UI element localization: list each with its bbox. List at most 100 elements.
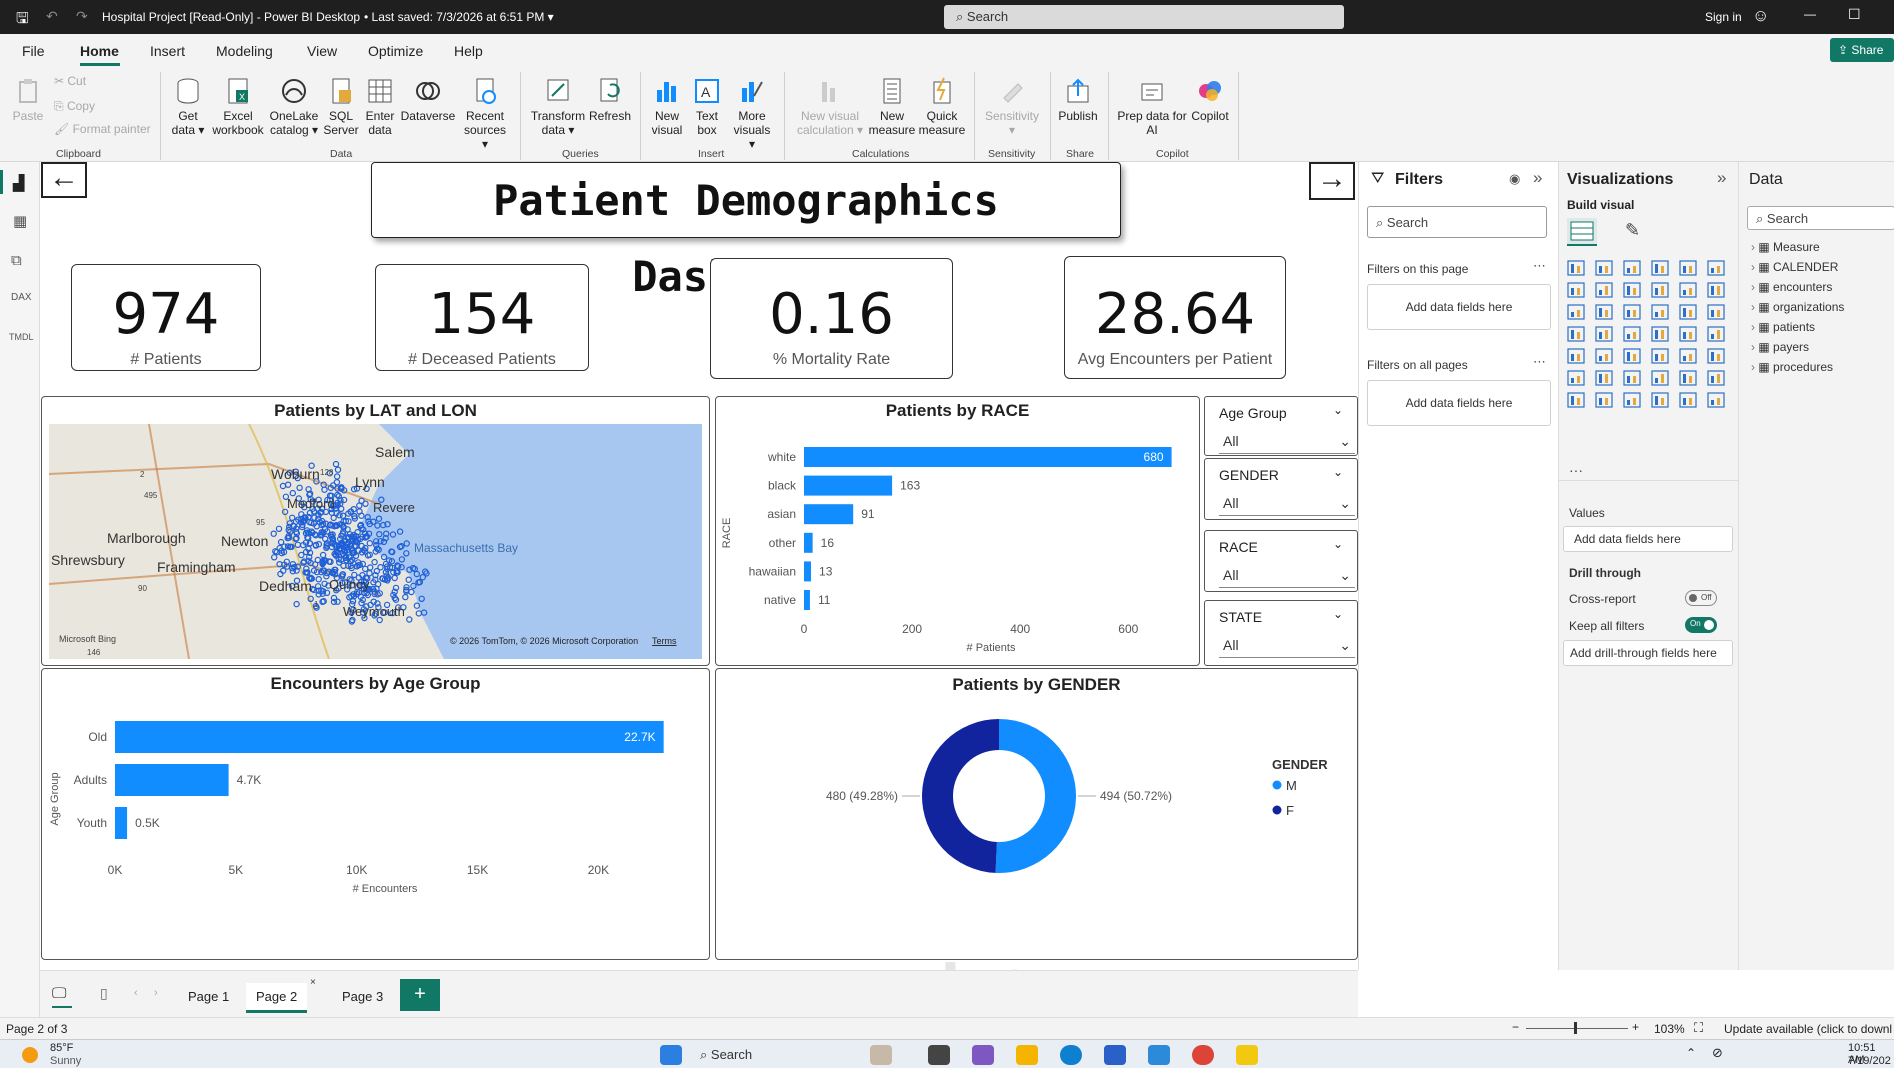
save-icon[interactable]: 🖫 bbox=[16, 8, 29, 33]
visual-type-icon[interactable] bbox=[1679, 370, 1699, 388]
start-windows-icon[interactable] bbox=[660, 1045, 682, 1065]
chrome-icon[interactable] bbox=[1192, 1045, 1214, 1065]
slicer-dropdown[interactable]: All ⌄ bbox=[1219, 634, 1355, 658]
chevron-down-icon[interactable]: ⌄ bbox=[1333, 465, 1343, 479]
copy-button[interactable]: ⎘ Copy bbox=[54, 99, 95, 113]
visual-type-icon[interactable] bbox=[1567, 392, 1587, 410]
menu-view[interactable]: View bbox=[307, 43, 337, 59]
menu-modeling[interactable]: Modeling bbox=[216, 43, 273, 59]
slicer-dropdown[interactable]: All ⌄ bbox=[1219, 492, 1355, 516]
quick-measure-button[interactable]: Quick measure bbox=[918, 76, 966, 137]
table-item-procedures[interactable]: › ▦ procedures bbox=[1751, 360, 1833, 374]
sensitivity-button[interactable]: Sensitivity ▾ bbox=[982, 76, 1042, 137]
table-item-patients[interactable]: › ▦ patients bbox=[1751, 320, 1815, 334]
report-view-icon[interactable]: ▟ bbox=[13, 174, 25, 192]
chevron-down-icon[interactable]: ⌄ bbox=[1333, 607, 1343, 621]
minimize-button[interactable]: — bbox=[1804, 7, 1816, 21]
share-button[interactable]: ⇪ Share bbox=[1830, 38, 1894, 62]
kpi-card-mortality[interactable]: 0.16 % Mortality Rate bbox=[710, 258, 953, 379]
account-icon[interactable]: ☺ bbox=[1752, 6, 1769, 26]
cut-button[interactable]: ✂ Cut bbox=[54, 74, 86, 88]
add-page-button[interactable]: + bbox=[400, 979, 440, 1011]
tmdl-view-icon[interactable]: TMDL bbox=[9, 332, 34, 342]
redo-icon[interactable]: ↷ bbox=[76, 8, 88, 25]
visual-type-icon[interactable] bbox=[1651, 260, 1671, 278]
paste-button[interactable]: Paste bbox=[10, 76, 46, 123]
tray-chevron-icon[interactable]: ⌃ bbox=[1686, 1046, 1696, 1060]
map-visual[interactable]: Patients by LAT and LON Salem Woburn Lyn… bbox=[41, 396, 710, 666]
page-tab-1[interactable]: Page 1 bbox=[178, 983, 239, 1010]
clock-date[interactable]: 7/19/202 bbox=[1848, 1055, 1891, 1067]
next-arrow-button[interactable]: → bbox=[1309, 162, 1355, 200]
visual-type-icon[interactable] bbox=[1595, 282, 1615, 300]
scroll-right-icon[interactable]: › bbox=[154, 987, 158, 999]
fit-to-page-icon[interactable]: ⛶ bbox=[1694, 1020, 1703, 1036]
visual-type-icon[interactable] bbox=[1707, 326, 1727, 344]
sql-server-button[interactable]: SQL Server bbox=[322, 76, 360, 137]
saved-status[interactable]: • Last saved: 7/3/2026 at 6:51 PM ▾ bbox=[364, 10, 554, 24]
menu-home[interactable]: Home bbox=[80, 43, 119, 59]
visual-type-icon[interactable] bbox=[1707, 370, 1727, 388]
chevron-down-icon[interactable]: ⌄ bbox=[1333, 403, 1343, 417]
visual-type-icon[interactable] bbox=[1623, 282, 1643, 300]
undo-icon[interactable]: ↶ bbox=[46, 8, 58, 25]
visual-type-icon[interactable] bbox=[1679, 326, 1699, 344]
visual-type-icon[interactable] bbox=[1567, 282, 1587, 300]
dataverse-button[interactable]: Dataverse bbox=[400, 76, 456, 123]
table-item-organizations[interactable]: › ▦ organizations bbox=[1751, 300, 1844, 314]
more-options-icon[interactable]: ⋯ bbox=[1533, 258, 1546, 274]
vscode-icon[interactable] bbox=[1148, 1045, 1170, 1065]
taskbar-search[interactable]: ⌕ Search bbox=[700, 1047, 752, 1063]
filters-search-input[interactable]: ⌕ Search bbox=[1367, 206, 1547, 238]
file-explorer-icon[interactable] bbox=[1016, 1045, 1038, 1065]
visual-type-icon[interactable] bbox=[1651, 282, 1671, 300]
visual-type-icon[interactable] bbox=[1651, 304, 1671, 322]
recent-sources-button[interactable]: Recent sources ▾ bbox=[460, 76, 510, 151]
powerbi-taskbar-icon[interactable] bbox=[1236, 1045, 1258, 1065]
visual-type-icon[interactable] bbox=[1595, 326, 1615, 344]
back-arrow-button[interactable]: ← bbox=[41, 162, 87, 198]
filters-page-drop-well[interactable]: Add data fields here bbox=[1367, 284, 1551, 330]
slicer-race[interactable]: RACE ⌄ All ⌄ bbox=[1204, 530, 1358, 592]
table-item-measure[interactable]: › ▦ Measure bbox=[1751, 240, 1820, 254]
visual-type-icon[interactable] bbox=[1651, 370, 1671, 388]
excel-workbook-button[interactable]: X Excel workbook bbox=[210, 76, 266, 137]
visual-type-icon[interactable] bbox=[1679, 348, 1699, 366]
visual-type-icon[interactable] bbox=[1707, 304, 1727, 322]
visual-type-icon[interactable] bbox=[1623, 370, 1643, 388]
prep-data-for-ai-button[interactable]: Prep data for AI bbox=[1114, 76, 1190, 137]
refresh-button[interactable]: Refresh bbox=[588, 76, 632, 123]
menu-help[interactable]: Help bbox=[454, 43, 483, 59]
visual-type-icon[interactable] bbox=[1623, 392, 1643, 410]
copilot-button[interactable]: Copilot bbox=[1188, 76, 1232, 123]
menu-file[interactable]: File bbox=[22, 43, 45, 59]
global-search-input[interactable]: ⌕ Search bbox=[944, 5, 1344, 29]
zoom-thumb[interactable] bbox=[1574, 1022, 1577, 1034]
keep-filters-toggle[interactable]: On bbox=[1685, 617, 1717, 633]
model-view-icon[interactable]: ⧉ bbox=[11, 252, 22, 269]
format-painter-button[interactable]: 🖌 Format painter bbox=[54, 122, 151, 136]
kpi-card-avg-encounters[interactable]: 28.64 Avg Encounters per Patient bbox=[1064, 256, 1286, 379]
table-item-calender[interactable]: › ▦ CALENDER bbox=[1751, 260, 1838, 274]
values-drop-well[interactable]: Add data fields here bbox=[1563, 526, 1733, 552]
visual-type-icon[interactable] bbox=[1679, 282, 1699, 300]
close-page-icon[interactable]: × bbox=[310, 977, 316, 988]
visual-type-icon[interactable] bbox=[1595, 370, 1615, 388]
visual-type-icon[interactable] bbox=[1567, 348, 1587, 366]
weather-condition[interactable]: Sunny bbox=[50, 1055, 81, 1067]
update-available-link[interactable]: Update available (click to downl bbox=[1724, 1022, 1892, 1036]
table-item-encounters[interactable]: › ▦ encounters bbox=[1751, 280, 1832, 294]
format-visual-tab[interactable]: ✎ bbox=[1625, 220, 1640, 241]
gender-donut-chart[interactable]: Patients by GENDER 494 (50.72%) 480 (49.2… bbox=[715, 668, 1358, 960]
chevron-down-icon[interactable]: ⌄ bbox=[1333, 537, 1343, 551]
race-bar-chart[interactable]: Patients by RACE white 680 black 163 asian 91… bbox=[715, 396, 1200, 666]
visual-type-icon[interactable] bbox=[1567, 260, 1587, 278]
visual-type-icon[interactable] bbox=[1595, 304, 1615, 322]
table-view-icon[interactable]: ▦ bbox=[13, 212, 27, 230]
kpi-card-patients[interactable]: 974 # Patients bbox=[71, 264, 261, 371]
more-visuals-ellipsis[interactable]: ··· bbox=[1569, 462, 1583, 478]
transform-data-button[interactable]: Transform data ▾ bbox=[528, 76, 588, 137]
mobile-layout-icon[interactable]: ▯ bbox=[100, 985, 108, 1002]
scroll-left-icon[interactable]: ‹ bbox=[134, 987, 138, 999]
new-visual-button[interactable]: New visual bbox=[648, 76, 686, 137]
